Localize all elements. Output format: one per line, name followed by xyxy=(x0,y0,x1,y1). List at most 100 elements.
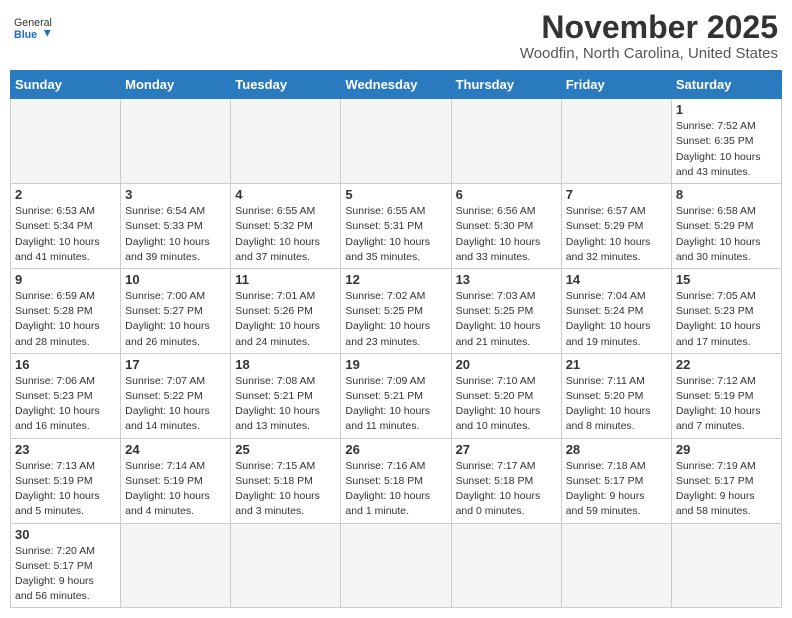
day-cell: 27 Sunrise: 7:17 AM Sunset: 5:18 PM Dayli… xyxy=(451,438,561,523)
day-info: Sunrise: 7:15 AM Sunset: 5:18 PM Dayligh… xyxy=(235,459,336,520)
day-info: Sunrise: 7:00 AM Sunset: 5:27 PM Dayligh… xyxy=(125,289,226,350)
day-number: 16 xyxy=(15,357,116,372)
day-cell: 5 Sunrise: 6:55 AM Sunset: 5:31 PM Daylig… xyxy=(341,184,451,269)
day-number: 1 xyxy=(676,102,777,117)
day-number: 14 xyxy=(566,272,667,287)
day-cell: 21 Sunrise: 7:11 AM Sunset: 5:20 PM Dayli… xyxy=(561,353,671,438)
day-info: Sunrise: 7:11 AM Sunset: 5:20 PM Dayligh… xyxy=(566,374,667,435)
day-cell: 29Sunrise: 7:19 AM Sunset: 5:17 PM Dayli… xyxy=(671,438,781,523)
day-number: 24 xyxy=(125,442,226,457)
day-info: Sunrise: 7:07 AM Sunset: 5:22 PM Dayligh… xyxy=(125,374,226,435)
day-cell: 6 Sunrise: 6:56 AM Sunset: 5:30 PM Daylig… xyxy=(451,184,561,269)
logo-svg: General Blue xyxy=(14,10,54,46)
day-info: Sunrise: 7:18 AM Sunset: 5:17 PM Dayligh… xyxy=(566,459,667,520)
week-row-1: 2 Sunrise: 6:53 AM Sunset: 5:34 PM Daylig… xyxy=(11,184,782,269)
day-cell xyxy=(451,523,561,608)
day-info: Sunrise: 6:53 AM Sunset: 5:34 PM Dayligh… xyxy=(15,204,116,265)
day-cell xyxy=(561,99,671,184)
day-cell xyxy=(451,99,561,184)
week-row-4: 23 Sunrise: 7:13 AM Sunset: 5:19 PM Dayli… xyxy=(11,438,782,523)
day-info: Sunrise: 6:56 AM Sunset: 5:30 PM Dayligh… xyxy=(456,204,557,265)
day-number: 4 xyxy=(235,187,336,202)
day-number: 3 xyxy=(125,187,226,202)
day-info: Sunrise: 7:17 AM Sunset: 5:18 PM Dayligh… xyxy=(456,459,557,520)
day-info: Sunrise: 7:01 AM Sunset: 5:26 PM Dayligh… xyxy=(235,289,336,350)
calendar-table: SundayMondayTuesdayWednesdayThursdayFrid… xyxy=(10,70,782,608)
day-info: Sunrise: 6:55 AM Sunset: 5:31 PM Dayligh… xyxy=(345,204,446,265)
day-cell xyxy=(341,99,451,184)
day-number: 8 xyxy=(676,187,777,202)
day-info: Sunrise: 7:08 AM Sunset: 5:21 PM Dayligh… xyxy=(235,374,336,435)
day-number: 5 xyxy=(345,187,446,202)
day-cell: 3Sunrise: 6:54 AM Sunset: 5:33 PM Daylig… xyxy=(121,184,231,269)
day-number: 30 xyxy=(15,527,116,542)
week-row-5: 30 Sunrise: 7:20 AM Sunset: 5:17 PM Dayli… xyxy=(11,523,782,608)
day-number: 26 xyxy=(345,442,446,457)
day-number: 23 xyxy=(15,442,116,457)
day-info: Sunrise: 7:06 AM Sunset: 5:23 PM Dayligh… xyxy=(15,374,116,435)
svg-text:General: General xyxy=(14,17,52,29)
weekday-header-saturday: Saturday xyxy=(671,71,781,99)
day-info: Sunrise: 6:55 AM Sunset: 5:32 PM Dayligh… xyxy=(235,204,336,265)
day-number: 6 xyxy=(456,187,557,202)
day-cell: 19Sunrise: 7:09 AM Sunset: 5:21 PM Dayli… xyxy=(341,353,451,438)
day-cell xyxy=(341,523,451,608)
day-cell: 10 Sunrise: 7:00 AM Sunset: 5:27 PM Dayli… xyxy=(121,268,231,353)
day-cell: 11 Sunrise: 7:01 AM Sunset: 5:26 PM Dayli… xyxy=(231,268,341,353)
day-number: 10 xyxy=(125,272,226,287)
day-info: Sunrise: 7:10 AM Sunset: 5:20 PM Dayligh… xyxy=(456,374,557,435)
day-info: Sunrise: 7:52 AM Sunset: 6:35 PM Dayligh… xyxy=(676,119,777,180)
week-row-0: 1 Sunrise: 7:52 AM Sunset: 6:35 PM Daylig… xyxy=(11,99,782,184)
day-info: Sunrise: 7:05 AM Sunset: 5:23 PM Dayligh… xyxy=(676,289,777,350)
day-info: Sunrise: 6:59 AM Sunset: 5:28 PM Dayligh… xyxy=(15,289,116,350)
weekday-header-monday: Monday xyxy=(121,71,231,99)
day-number: 29 xyxy=(676,442,777,457)
day-cell: 23 Sunrise: 7:13 AM Sunset: 5:19 PM Dayli… xyxy=(11,438,121,523)
day-cell: 18Sunrise: 7:08 AM Sunset: 5:21 PM Dayli… xyxy=(231,353,341,438)
day-info: Sunrise: 7:20 AM Sunset: 5:17 PM Dayligh… xyxy=(15,544,116,605)
day-number: 9 xyxy=(15,272,116,287)
day-cell: 7 Sunrise: 6:57 AM Sunset: 5:29 PM Daylig… xyxy=(561,184,671,269)
day-info: Sunrise: 7:03 AM Sunset: 5:25 PM Dayligh… xyxy=(456,289,557,350)
day-cell: 22 Sunrise: 7:12 AM Sunset: 5:19 PM Dayli… xyxy=(671,353,781,438)
day-number: 11 xyxy=(235,272,336,287)
day-info: Sunrise: 6:58 AM Sunset: 5:29 PM Dayligh… xyxy=(676,204,777,265)
day-cell: 15Sunrise: 7:05 AM Sunset: 5:23 PM Dayli… xyxy=(671,268,781,353)
day-number: 22 xyxy=(676,357,777,372)
page-header: General Blue November 2025 Woodfin, Nort… xyxy=(10,10,782,62)
day-number: 21 xyxy=(566,357,667,372)
day-info: Sunrise: 7:13 AM Sunset: 5:19 PM Dayligh… xyxy=(15,459,116,520)
day-cell: 20Sunrise: 7:10 AM Sunset: 5:20 PM Dayli… xyxy=(451,353,561,438)
week-row-2: 9 Sunrise: 6:59 AM Sunset: 5:28 PM Daylig… xyxy=(11,268,782,353)
weekday-header-sunday: Sunday xyxy=(11,71,121,99)
weekday-header-thursday: Thursday xyxy=(451,71,561,99)
day-number: 28 xyxy=(566,442,667,457)
day-cell: 2 Sunrise: 6:53 AM Sunset: 5:34 PM Daylig… xyxy=(11,184,121,269)
day-cell: 25 Sunrise: 7:15 AM Sunset: 5:18 PM Dayli… xyxy=(231,438,341,523)
weekday-header-wednesday: Wednesday xyxy=(341,71,451,99)
day-cell xyxy=(121,523,231,608)
day-cell: 26Sunrise: 7:16 AM Sunset: 5:18 PM Dayli… xyxy=(341,438,451,523)
day-number: 25 xyxy=(235,442,336,457)
day-info: Sunrise: 7:02 AM Sunset: 5:25 PM Dayligh… xyxy=(345,289,446,350)
week-row-3: 16 Sunrise: 7:06 AM Sunset: 5:23 PM Dayli… xyxy=(11,353,782,438)
day-cell: 8 Sunrise: 6:58 AM Sunset: 5:29 PM Daylig… xyxy=(671,184,781,269)
day-cell xyxy=(231,99,341,184)
day-cell: 1 Sunrise: 7:52 AM Sunset: 6:35 PM Daylig… xyxy=(671,99,781,184)
day-cell xyxy=(11,99,121,184)
day-cell: 30 Sunrise: 7:20 AM Sunset: 5:17 PM Dayli… xyxy=(11,523,121,608)
day-info: Sunrise: 7:14 AM Sunset: 5:19 PM Dayligh… xyxy=(125,459,226,520)
day-cell: 24 Sunrise: 7:14 AM Sunset: 5:19 PM Dayli… xyxy=(121,438,231,523)
day-number: 13 xyxy=(456,272,557,287)
day-cell: 12Sunrise: 7:02 AM Sunset: 5:25 PM Dayli… xyxy=(341,268,451,353)
day-cell: 28 Sunrise: 7:18 AM Sunset: 5:17 PM Dayli… xyxy=(561,438,671,523)
day-number: 2 xyxy=(15,187,116,202)
day-number: 7 xyxy=(566,187,667,202)
day-number: 27 xyxy=(456,442,557,457)
logo: General Blue xyxy=(14,10,54,46)
title-section: November 2025 Woodfin, North Carolina, U… xyxy=(520,10,778,62)
day-cell: 9 Sunrise: 6:59 AM Sunset: 5:28 PM Daylig… xyxy=(11,268,121,353)
day-cell xyxy=(231,523,341,608)
day-info: Sunrise: 7:12 AM Sunset: 5:19 PM Dayligh… xyxy=(676,374,777,435)
day-info: Sunrise: 6:57 AM Sunset: 5:29 PM Dayligh… xyxy=(566,204,667,265)
